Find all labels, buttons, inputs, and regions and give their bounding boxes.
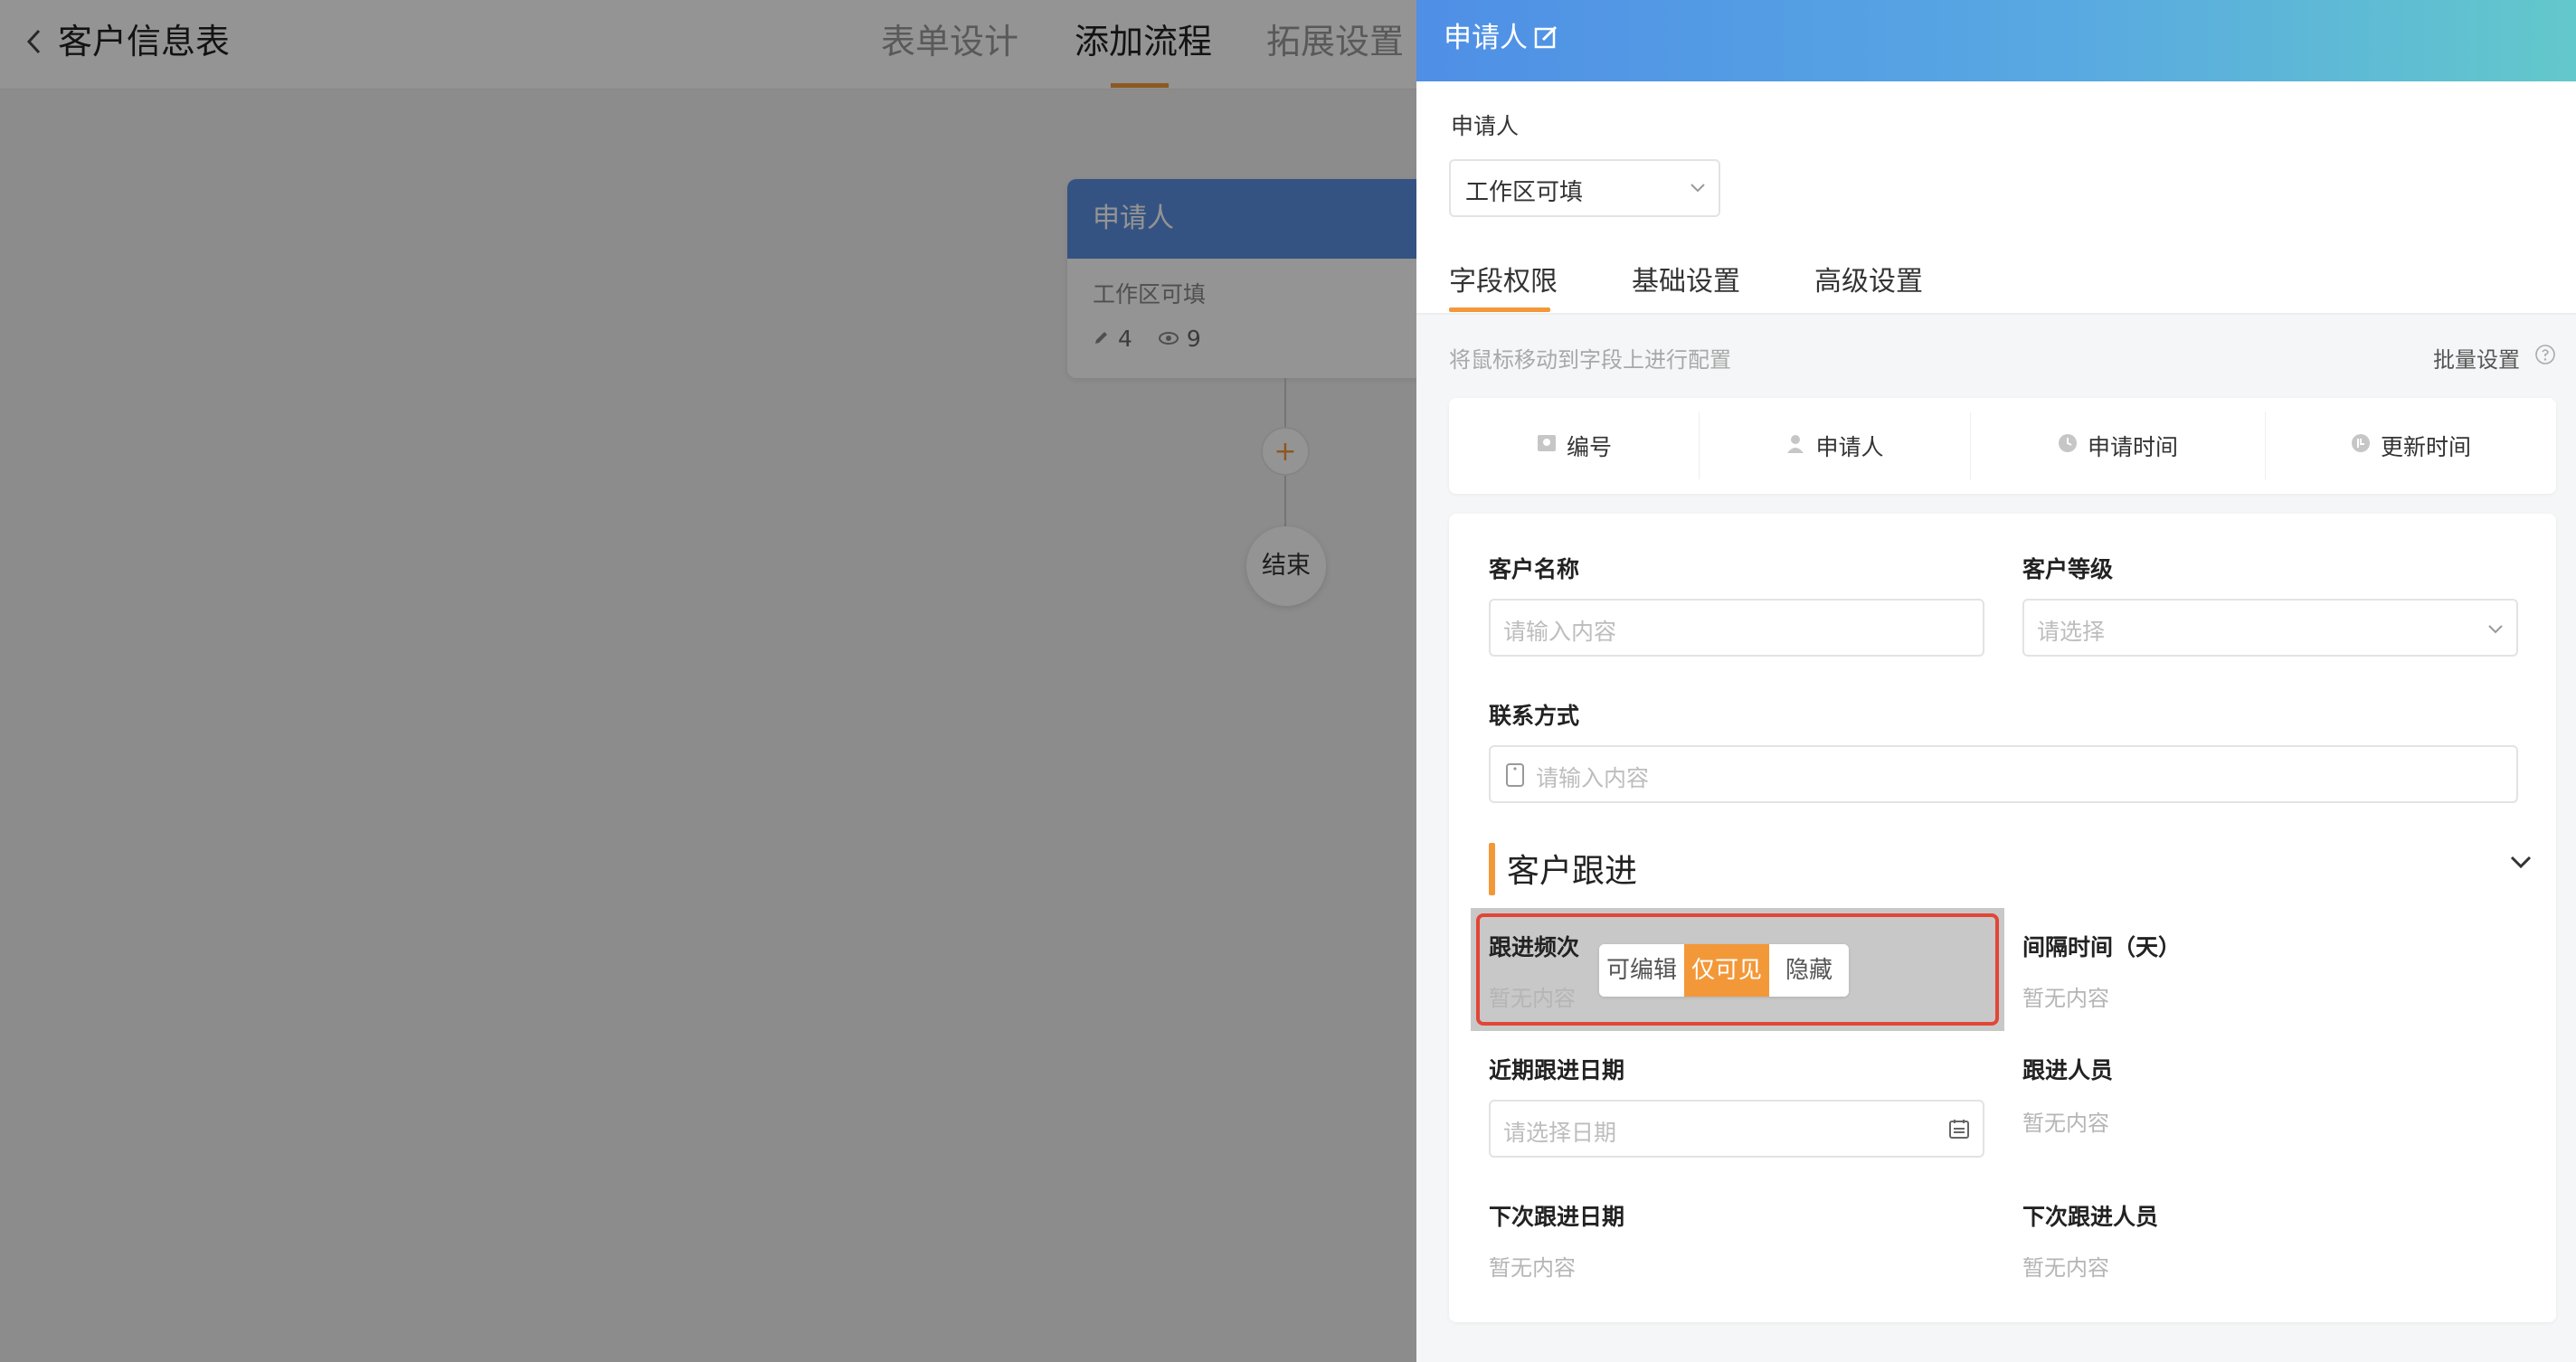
follower-label: 跟进人员 xyxy=(2022,1057,2114,1083)
perm-view-only-button[interactable]: 仅可见 xyxy=(1684,944,1770,997)
phone-icon xyxy=(1505,763,1525,790)
perm-editable-button[interactable]: 可编辑 xyxy=(1599,944,1685,997)
follow-frequency-value: 暂无内容 xyxy=(1489,986,1576,1011)
interval-value: 暂无内容 xyxy=(2022,986,2109,1011)
batch-settings-link[interactable]: 批量设置 xyxy=(2433,342,2520,374)
system-field-label: 更新时间 xyxy=(2380,434,2471,460)
contact-label: 联系方式 xyxy=(1489,703,1580,729)
node-settings-drawer: 申请人 申请人 工作区可填 字段权限 基础设置 高级设置 将鼠标移动到字段上进行… xyxy=(1416,0,2576,1362)
follow-frequency-label: 跟进频次 xyxy=(1489,934,1580,960)
applicant-select-value: 工作区可填 xyxy=(1465,179,1584,206)
applicant-select[interactable]: 工作区可填 xyxy=(1449,159,1720,217)
customer-level-label: 客户等级 xyxy=(2022,556,2114,582)
placeholder: 请选择 xyxy=(2037,619,2106,645)
system-field-update-time[interactable]: 更新时间 xyxy=(2265,398,2556,494)
placeholder: 请输入内容 xyxy=(1503,619,1617,645)
contact-input[interactable]: 请输入内容 xyxy=(1489,745,2518,803)
applicant-label: 申请人 xyxy=(1451,113,1520,139)
section-title: 客户跟进 xyxy=(1507,853,1638,890)
tab-basic-settings[interactable]: 基础设置 xyxy=(1632,259,1740,298)
section-accent-bar xyxy=(1489,843,1495,895)
placeholder: 请输入内容 xyxy=(1536,765,1650,791)
update-clock-icon xyxy=(2350,432,2372,459)
customer-level-select[interactable]: 请选择 xyxy=(2022,599,2518,657)
customer-name-input[interactable]: 请输入内容 xyxy=(1489,599,1984,657)
recent-follow-date-input[interactable]: 请选择日期 xyxy=(1489,1100,1984,1158)
placeholder: 请选择日期 xyxy=(1503,1120,1617,1146)
perm-hidden-button[interactable]: 隐藏 xyxy=(1769,944,1850,997)
system-field-label: 申请人 xyxy=(1815,434,1884,460)
edit-icon[interactable] xyxy=(1532,24,1561,52)
form-fields-card: 客户名称 请输入内容 客户等级 请选择 联系方式 请输入内容 客户跟进 跟进频次… xyxy=(1449,514,2556,1322)
system-field-applicant[interactable]: 申请人 xyxy=(1699,398,1970,494)
recent-follow-date-label: 近期跟进日期 xyxy=(1489,1057,1625,1083)
chevron-down-icon xyxy=(1688,177,1708,197)
help-icon[interactable] xyxy=(2534,344,2556,365)
chevron-down-icon xyxy=(2486,619,2505,638)
calendar-icon xyxy=(1948,1118,1970,1143)
drawer-top-section: 申请人 工作区可填 字段权限 基础设置 高级设置 xyxy=(1416,81,2576,315)
next-follow-date-label: 下次跟进日期 xyxy=(1489,1204,1625,1230)
system-field-label: 编号 xyxy=(1566,434,1612,460)
follower-value: 暂无内容 xyxy=(2022,1111,2109,1136)
system-fields-card: 编号 申请人 申请时间 更新时间 xyxy=(1449,398,2556,494)
hint-text: 将鼠标移动到字段上进行配置 xyxy=(1449,347,1731,373)
customer-name-label: 客户名称 xyxy=(1489,556,1580,582)
system-field-number[interactable]: 编号 xyxy=(1449,398,1699,494)
interval-label: 间隔时间（天） xyxy=(2022,934,2182,960)
permission-toggle: 可编辑 仅可见 隐藏 xyxy=(1599,944,1850,997)
tab-field-permissions[interactable]: 字段权限 xyxy=(1449,259,1558,298)
system-field-apply-time[interactable]: 申请时间 xyxy=(1970,398,2265,494)
active-subtab-indicator xyxy=(1449,307,1550,312)
modal-overlay[interactable] xyxy=(0,0,1416,1362)
next-follow-date-value: 暂无内容 xyxy=(1489,1255,1576,1281)
chevron-down-icon[interactable] xyxy=(2507,848,2534,875)
tab-advanced-settings[interactable]: 高级设置 xyxy=(1814,259,1923,298)
person-icon xyxy=(1785,432,1806,459)
next-follower-value: 暂无内容 xyxy=(2022,1255,2109,1281)
id-card-icon xyxy=(1536,432,1558,459)
clock-icon xyxy=(2057,432,2079,459)
drawer-header: 申请人 xyxy=(1416,0,2576,81)
drawer-title: 申请人 xyxy=(1444,22,1528,54)
next-follower-label: 下次跟进人员 xyxy=(2022,1204,2159,1230)
system-field-label: 申请时间 xyxy=(2087,434,2178,460)
